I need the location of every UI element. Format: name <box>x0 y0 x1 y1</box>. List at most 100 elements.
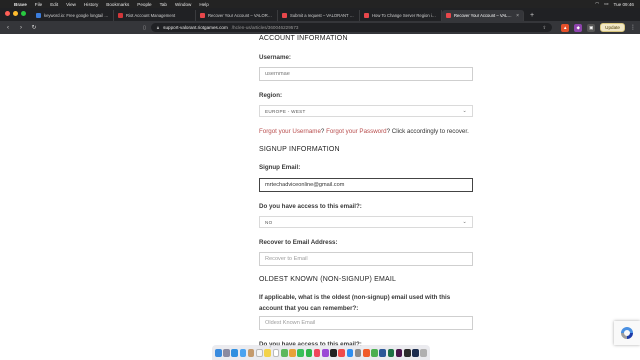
menu-bookmarks[interactable]: Bookmarks <box>106 2 129 7</box>
window-controls <box>0 8 32 21</box>
safari-icon[interactable] <box>231 348 239 357</box>
trash-icon[interactable] <box>420 348 427 357</box>
launchpad-icon[interactable] <box>223 348 230 357</box>
forgot-password-link[interactable]: Forgot your Password <box>326 128 387 135</box>
signup-section-title: SIGNUP INFORMATION <box>259 146 340 153</box>
tab-favicon-icon <box>36 13 41 18</box>
close-window-button[interactable] <box>5 10 10 16</box>
appstore-icon[interactable] <box>346 348 354 357</box>
menu-app-name[interactable]: Brave <box>14 2 27 7</box>
tab-label: Recover Your Account – VALORANT <box>454 13 513 18</box>
slack-icon[interactable] <box>395 348 403 357</box>
region-value: EUROPE - WEST <box>265 108 306 114</box>
forgot-tail-text: ? Click accordingly to recover. <box>386 128 469 135</box>
close-tab-icon[interactable]: × <box>516 13 519 19</box>
reminders-icon[interactable] <box>272 348 280 357</box>
tab-label: Recover Your Account – VALORANT Su... <box>208 13 273 18</box>
browser-menu-icon[interactable]: ⋮ <box>630 24 636 31</box>
menu-tab[interactable]: Tab <box>160 2 167 7</box>
new-tab-button[interactable]: + <box>524 12 540 21</box>
browser-tab-active[interactable]: Recover Your Account – VALORANT × <box>442 10 524 21</box>
browser-tab[interactable]: Riot Account Management <box>114 10 196 21</box>
word-icon[interactable] <box>379 348 386 357</box>
chrome-icon[interactable] <box>371 348 378 357</box>
mail-icon[interactable] <box>239 348 247 357</box>
reload-icon[interactable]: ↻ <box>30 24 38 31</box>
extension-icon[interactable]: ▣ <box>587 23 596 32</box>
recaptcha-icon <box>621 327 633 339</box>
podcasts-icon[interactable] <box>321 348 329 357</box>
tab-label: How To Change Server Region in Val... <box>372 13 437 18</box>
maps-icon[interactable] <box>280 348 288 357</box>
notes-icon[interactable] <box>264 348 271 357</box>
menu-bar: Brave File Edit View History Bookmarks P… <box>0 0 640 8</box>
tab-favicon-icon <box>446 13 451 18</box>
menu-view[interactable]: View <box>66 2 76 7</box>
brave-icon[interactable] <box>362 348 370 357</box>
news-icon[interactable] <box>338 348 345 357</box>
account-section-title: ACCOUNT INFORMATION <box>259 35 348 42</box>
page-content: ACCOUNT INFORMATION Username: usernmae R… <box>0 34 640 360</box>
signup-email-label: Signup Email: <box>259 164 301 171</box>
excel-icon[interactable] <box>387 348 395 357</box>
tab-favicon-icon <box>200 13 205 18</box>
forgot-username-link[interactable]: Forgot your Username <box>259 128 321 135</box>
tab-label: Riot Account Management <box>126 13 176 18</box>
brave-rewards-icon[interactable]: ◆ <box>574 23 583 32</box>
status-area: ◠ ▭ Tue 09:46 <box>595 0 634 8</box>
tab-favicon-icon <box>364 13 369 18</box>
clock[interactable]: Tue 09:46 <box>613 2 634 7</box>
username-field[interactable]: usernmae <box>259 67 473 81</box>
menu-people[interactable]: People <box>137 2 151 7</box>
browser-toolbar: ‹ › ↻ ▯ 🔒︎ support-valorant.riotgames.co… <box>0 21 640 34</box>
username-label: Username: <box>259 54 291 61</box>
brave-shields-icon[interactable]: ▲ <box>561 23 570 32</box>
forgot-links: Forgot your Username? Forgot your Passwo… <box>259 128 469 135</box>
messages-icon[interactable] <box>297 348 304 357</box>
address-bar[interactable]: 🔒︎ support-valorant.riotgames.com/hc/en-… <box>150 23 553 32</box>
update-button[interactable]: Update <box>600 23 625 32</box>
calendar-icon[interactable] <box>256 348 263 357</box>
photos-icon[interactable] <box>289 348 296 357</box>
browser-tab[interactable]: Recover Your Account – VALORANT Su... <box>196 10 278 21</box>
region-label: Region: <box>259 92 283 99</box>
menu-edit[interactable]: Edit <box>50 2 58 7</box>
terminal-icon[interactable] <box>403 348 411 357</box>
forward-icon[interactable]: › <box>17 25 25 31</box>
menu-file[interactable]: File <box>35 2 42 7</box>
url-path: /hc/en-us/articles/360046229573 <box>231 25 299 30</box>
tab-label: Submit a request – VALORANT Support <box>290 13 355 18</box>
access-email-select[interactable]: NO ⌄ <box>259 216 473 228</box>
menu-help[interactable]: Help <box>199 2 208 7</box>
battery-icon[interactable]: ▭ <box>604 1 608 7</box>
lock-icon[interactable]: 🔒︎ <box>157 25 159 30</box>
region-select[interactable]: EUROPE - WEST ⌄ <box>259 105 473 117</box>
signup-email-field[interactable]: mrtechadviceonline@gmail.com <box>259 178 473 192</box>
music-icon[interactable] <box>313 348 321 357</box>
browser-tab[interactable]: Submit a request – VALORANT Support <box>278 10 360 21</box>
settings-icon[interactable] <box>354 348 362 357</box>
photoshop-icon[interactable] <box>412 348 419 357</box>
url-host: support-valorant.riotgames.com <box>163 25 228 30</box>
minimize-window-button[interactable] <box>13 10 18 16</box>
oldest-section-title: OLDEST KNOWN (NON-SIGNUP) EMAIL <box>259 276 397 283</box>
tab-label: keyword.io: Free google longtail keyword… <box>44 13 109 18</box>
dock <box>212 345 430 360</box>
wifi-icon[interactable]: ◠ <box>595 1 599 7</box>
recover-email-field[interactable]: Recover to Email <box>259 252 473 266</box>
menu-history[interactable]: History <box>84 2 98 7</box>
share-icon[interactable]: ⇪ <box>542 25 546 31</box>
zoom-window-button[interactable] <box>21 10 26 16</box>
contacts-icon[interactable] <box>247 348 255 357</box>
facetime-icon[interactable] <box>305 348 313 357</box>
tv-icon[interactable] <box>330 348 337 357</box>
bookmark-icon[interactable]: ▯ <box>143 25 146 31</box>
oldest-email-field[interactable]: Oldest Known Email <box>259 316 473 330</box>
browser-tab[interactable]: How To Change Server Region in Val... <box>360 10 442 21</box>
chevron-down-icon: ⌄ <box>462 108 467 114</box>
back-icon[interactable]: ‹ <box>4 25 12 31</box>
menu-window[interactable]: Window <box>175 2 191 7</box>
recaptcha-badge[interactable] <box>614 321 640 345</box>
browser-tab[interactable]: keyword.io: Free google longtail keyword… <box>32 10 114 21</box>
finder-icon[interactable] <box>215 348 222 357</box>
